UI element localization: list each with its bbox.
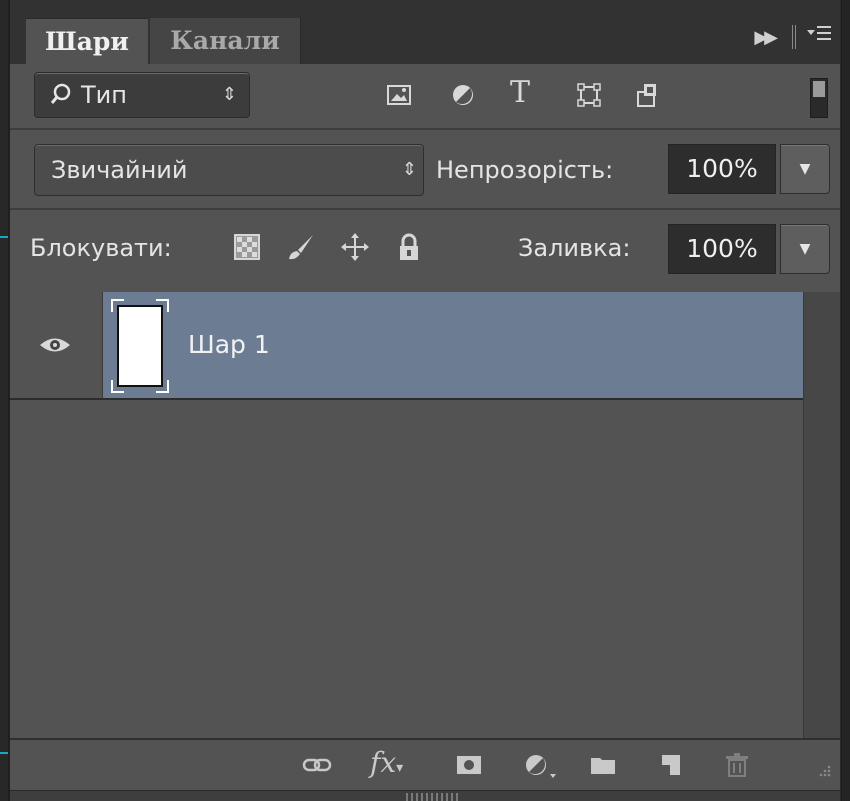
blend-row: Звичайний ⇕ Непрозорість: 100% ▼ (10, 132, 840, 208)
add-mask-icon[interactable] (454, 750, 484, 780)
layer-name[interactable]: Шар 1 (188, 330, 270, 359)
updown-arrows-icon: ⇕ (401, 159, 417, 180)
filter-kind-label: Тип (81, 81, 127, 109)
fx-icon[interactable]: fx▾ (370, 746, 403, 779)
lock-position-icon[interactable] (340, 232, 370, 262)
opacity-input[interactable]: 100% (668, 144, 776, 194)
adjustment-layer-icon[interactable] (522, 750, 558, 780)
canvas-edge (0, 0, 8, 801)
opacity-label: Непрозорість: (436, 156, 614, 184)
blend-mode-label: Звичайний (51, 156, 188, 184)
visibility-toggle[interactable] (10, 292, 103, 398)
guide-marker-bottom (0, 752, 8, 754)
delete-layer-icon[interactable] (722, 750, 752, 780)
link-layers-icon[interactable] (302, 750, 332, 780)
opacity-slider-button[interactable]: ▼ (780, 144, 830, 194)
layers-panel: Шари Канали ▶▶ Тип ⇕ T Звичайний ⇕ Непро… (8, 0, 840, 801)
fill-slider-button[interactable]: ▼ (780, 224, 830, 274)
fx-label: fx (370, 746, 397, 779)
divider (10, 128, 840, 130)
new-layer-icon[interactable] (656, 750, 686, 780)
drag-handle-icon[interactable] (406, 793, 458, 801)
panel-grip-icon[interactable] (792, 25, 796, 49)
layer-thumbnail[interactable] (110, 298, 170, 394)
lock-all-icon[interactable] (394, 232, 424, 262)
guide-marker-top (0, 236, 8, 238)
tab-divider (300, 18, 301, 64)
lock-transparent-pixels-icon[interactable] (232, 232, 262, 262)
updown-arrows-icon: ⇕ (221, 84, 237, 105)
fill-label: Заливка: (518, 234, 631, 262)
layers-scrollbar[interactable] (803, 292, 840, 738)
chevron-down-icon: ▼ (799, 161, 811, 177)
layers-list: Шар 1 (10, 292, 840, 738)
tab-layers[interactable]: Шари (26, 18, 148, 65)
adjustment-filter-icon[interactable] (450, 82, 476, 108)
pixel-filter-icon[interactable] (386, 82, 412, 108)
filter-row: Тип ⇕ T (10, 64, 840, 128)
type-filter-icon[interactable]: T (510, 78, 536, 108)
smart-object-filter-icon[interactable] (634, 82, 660, 108)
blend-mode-select[interactable]: Звичайний ⇕ (34, 144, 424, 196)
layer-row[interactable]: Шар 1 (10, 292, 804, 400)
search-icon (49, 73, 71, 133)
filter-kind-select[interactable]: Тип ⇕ (34, 72, 250, 118)
shape-filter-icon[interactable] (576, 82, 602, 108)
lock-row: Блокувати: Заливка: 100% ▼ (10, 210, 840, 290)
double-arrow-right-icon[interactable]: ▶▶ (754, 27, 778, 48)
fill-input[interactable]: 100% (668, 224, 776, 274)
panel-bottom-edge (10, 790, 840, 801)
panel-tab-bar: Шари Канали ▶▶ (10, 0, 840, 65)
chevron-down-icon: ▼ (799, 241, 811, 257)
tab-channels[interactable]: Канали (150, 18, 300, 64)
lock-label: Блокувати: (30, 234, 172, 262)
new-group-icon[interactable] (588, 750, 618, 780)
filter-toggle-switch[interactable] (810, 78, 828, 118)
dock-edge (841, 0, 850, 801)
eye-icon (38, 334, 72, 356)
lock-image-pixels-icon[interactable] (286, 232, 316, 262)
panel-menu-icon[interactable] (806, 23, 832, 51)
panel-footer: fx▾ (10, 738, 840, 792)
resize-grip-icon[interactable] (814, 760, 832, 778)
panel-header-controls: ▶▶ (754, 22, 832, 52)
